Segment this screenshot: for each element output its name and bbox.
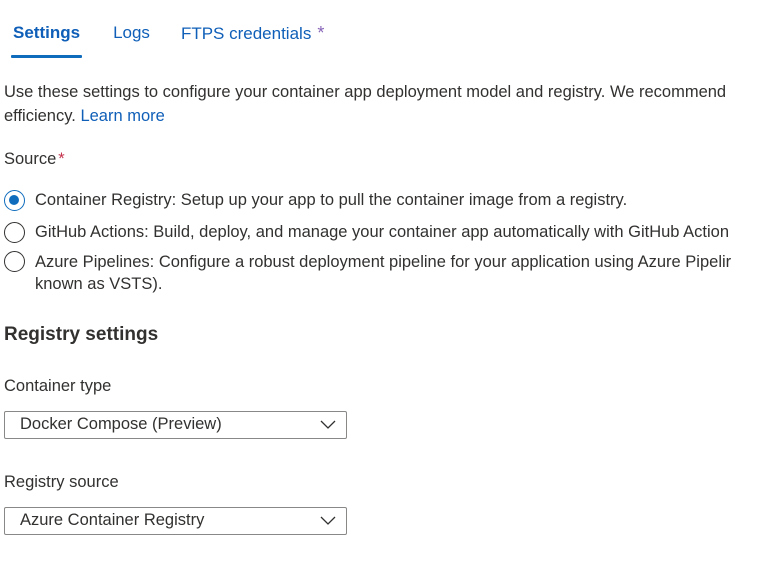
container-type-label: Container type xyxy=(4,377,112,395)
container-type-value: Docker Compose (Preview) xyxy=(20,415,222,433)
tab-logs-label: Logs xyxy=(113,23,150,42)
source-option-container-registry-label: Container Registry: Setup up your app to… xyxy=(35,191,628,209)
source-option-azure-pipelines[interactable]: Azure Pipelines: Configure a robust depl… xyxy=(4,251,774,295)
required-asterisk: * xyxy=(58,150,65,168)
intro-description: Use these settings to configure your con… xyxy=(4,80,774,128)
deployment-center-page: Settings Logs FTPS credentials * Use thes… xyxy=(0,0,774,562)
tab-settings[interactable]: Settings xyxy=(10,18,83,58)
intro-line-2-text: efficiency. xyxy=(4,107,76,125)
modified-asterisk-icon: * xyxy=(317,23,325,43)
radio-dot-icon xyxy=(9,195,19,205)
registry-source-value: Azure Container Registry xyxy=(20,511,205,529)
source-option-container-registry[interactable]: Container Registry: Setup up your app to… xyxy=(4,190,774,211)
registry-settings-heading: Registry settings xyxy=(4,324,159,345)
radio-button[interactable] xyxy=(4,251,25,272)
radio-button[interactable] xyxy=(4,222,25,243)
tab-bar: Settings Logs FTPS credentials * xyxy=(0,18,324,58)
registry-source-label: Registry source xyxy=(4,473,119,491)
tab-logs[interactable]: Logs xyxy=(113,18,150,53)
tab-ftps-credentials-label: FTPS credentials xyxy=(180,24,312,43)
radio-button-selected[interactable] xyxy=(4,190,25,211)
source-option-github-actions[interactable]: GitHub Actions: Build, deploy, and manag… xyxy=(4,222,774,243)
source-option-github-actions-label: GitHub Actions: Build, deploy, and manag… xyxy=(35,223,729,241)
container-type-dropdown[interactable]: Docker Compose (Preview) xyxy=(4,411,347,439)
tab-settings-label: Settings xyxy=(13,23,81,42)
intro-line-1: Use these settings to configure your con… xyxy=(4,83,727,101)
source-label-text: Source xyxy=(4,150,57,168)
source-option-azure-pipelines-label: Azure Pipelines: Configure a robust depl… xyxy=(35,251,731,295)
chevron-down-icon xyxy=(320,516,336,525)
source-label: Source * xyxy=(4,150,65,169)
intro-line-2: efficiency. Learn more xyxy=(4,104,774,128)
chevron-down-icon xyxy=(320,420,336,429)
learn-more-link[interactable]: Learn more xyxy=(80,107,164,125)
tab-ftps-credentials[interactable]: FTPS credentials * xyxy=(181,18,324,53)
source-option-azure-pipelines-line-1: Azure Pipelines: Configure a robust depl… xyxy=(35,253,732,271)
source-option-azure-pipelines-line-2: known as VSTS). xyxy=(35,275,163,293)
registry-source-dropdown[interactable]: Azure Container Registry xyxy=(4,507,347,535)
